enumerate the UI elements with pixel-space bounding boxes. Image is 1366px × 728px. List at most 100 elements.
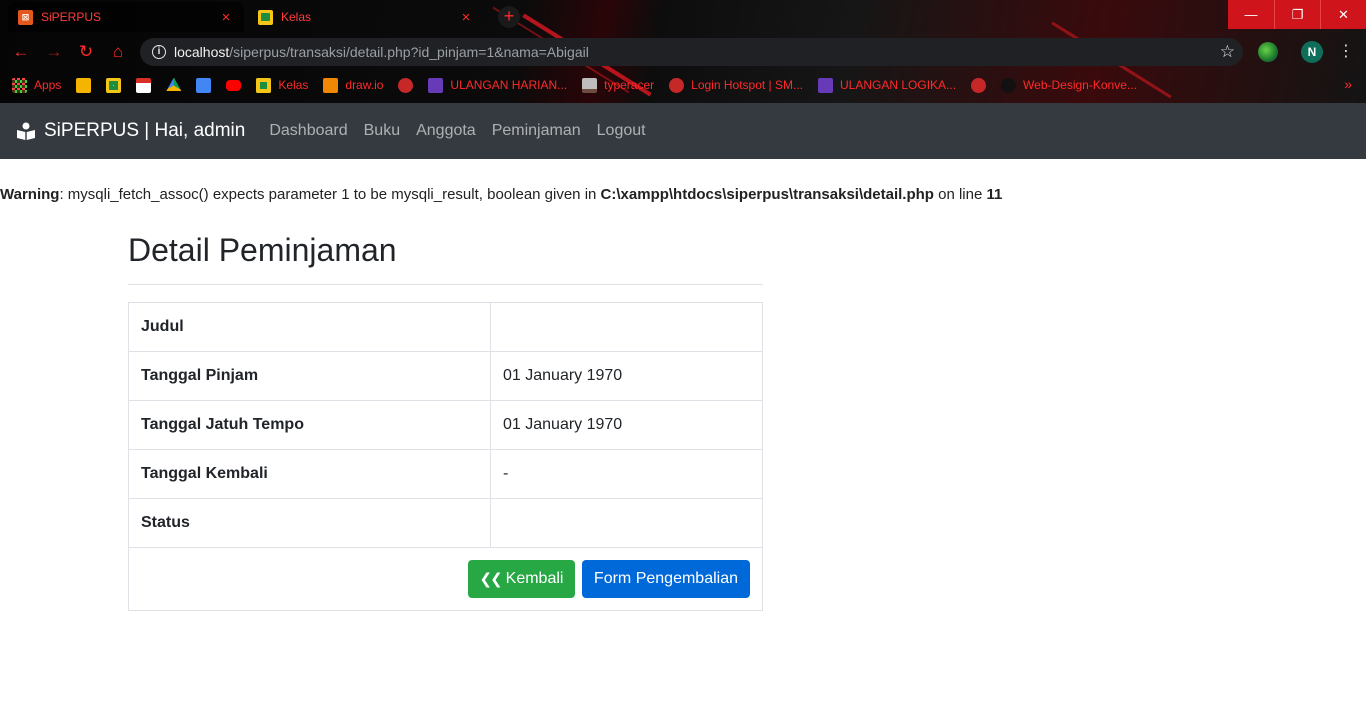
forward-arrow-icon[interactable]: → xyxy=(42,40,66,64)
table-row: Tanggal Jatuh Tempo 01 January 1970 xyxy=(128,400,763,450)
window-controls: — ❐ ✕ xyxy=(1228,0,1366,29)
globe-icon xyxy=(398,77,414,93)
more-bookmarks-icon[interactable]: » xyxy=(1344,76,1352,92)
table-row: Status xyxy=(128,498,763,548)
loan-detail-table: Judul Tanggal Pinjam 01 January 1970 Tan… xyxy=(128,302,763,611)
classroom-icon xyxy=(258,9,273,25)
site-info-icon[interactable]: i xyxy=(152,45,166,59)
table-row: Judul xyxy=(128,302,763,352)
bookmark-youtube[interactable] xyxy=(226,79,242,91)
navbar-brand[interactable]: SiPERPUS | Hai, admin xyxy=(16,120,245,142)
bookmark-star-icon[interactable]: ☆ xyxy=(1220,42,1235,62)
warning-on-line: on line xyxy=(933,186,987,203)
extension-icon[interactable] xyxy=(1258,42,1278,62)
address-bar[interactable]: i localhost /siperpus/transaksi/detail.p… xyxy=(140,38,1243,66)
apps-grid-icon xyxy=(12,77,27,93)
warning-file: C:\xampp\htdocs\siperpus\transaksi\detai… xyxy=(600,186,934,203)
bookmark-ulangan-logika[interactable]: ULANGAN LOGIKA... xyxy=(818,77,957,93)
tab-kelas[interactable]: Kelas × xyxy=(248,2,484,32)
bookmark-label: typeracer xyxy=(604,78,655,92)
nav-logout[interactable]: Logout xyxy=(597,122,646,140)
app-navbar: SiPERPUS | Hai, admin Dashboard Buku Ang… xyxy=(0,103,1366,159)
bookmark-slides[interactable] xyxy=(76,77,92,93)
bookmark-drive[interactable] xyxy=(166,77,182,93)
restore-icon[interactable]: ❐ xyxy=(1274,0,1320,29)
gmail-icon xyxy=(136,77,152,93)
close-tab-icon[interactable]: × xyxy=(218,9,234,26)
back-arrow-icon[interactable]: ← xyxy=(9,40,33,64)
typeracer-icon xyxy=(582,77,598,93)
nav-dashboard[interactable]: Dashboard xyxy=(269,122,347,140)
row-value-judul xyxy=(490,302,763,352)
profile-avatar[interactable]: N xyxy=(1301,41,1323,63)
actions-cell: ❮❮ Kembali Form Pengembalian xyxy=(128,547,763,611)
bookmark-ulangan-harian[interactable]: ULANGAN HARIAN... xyxy=(428,77,568,93)
bookmark-typeracer[interactable]: typeracer xyxy=(582,77,655,93)
row-value-status xyxy=(490,498,763,548)
bookmark-label: ULANGAN LOGIKA... xyxy=(840,78,957,92)
new-tab-button[interactable]: + xyxy=(498,6,520,28)
docs-icon xyxy=(196,77,212,93)
tab-title: SiPERPUS xyxy=(41,10,102,24)
row-label-tanggal-jatuh-tempo: Tanggal Jatuh Tempo xyxy=(128,400,491,450)
tab-strip: ⊠ SiPERPUS × Kelas × + xyxy=(0,0,1366,34)
bookmark-docs[interactable] xyxy=(196,77,212,93)
brand-text: SiPERPUS | Hai, admin xyxy=(44,120,246,141)
drive-icon xyxy=(166,77,182,91)
bookmark-globe[interactable] xyxy=(398,77,414,93)
page-title: Detail Peminjaman xyxy=(128,232,397,268)
url-path: /siperpus/transaksi/detail.php?id_pinjam… xyxy=(229,44,589,60)
tab-title: Kelas xyxy=(281,10,312,24)
bookmark-web-design[interactable]: Web-Design-Konve... xyxy=(1001,77,1137,93)
bookmark-label: Web-Design-Konve... xyxy=(1023,78,1137,92)
drawio-icon xyxy=(323,77,339,93)
tab-siperpus[interactable]: ⊠ SiPERPUS × xyxy=(8,2,244,32)
warning-message: : mysqli_fetch_assoc() expects parameter… xyxy=(59,186,601,203)
bookmark-globe-2[interactable] xyxy=(971,77,987,93)
bookmark-label: draw.io xyxy=(345,78,384,92)
row-value-tanggal-jatuh-tempo: 01 January 1970 xyxy=(490,400,763,450)
url-host: localhost xyxy=(174,44,230,60)
row-value-tanggal-kembali: - xyxy=(490,449,763,499)
php-warning: Warning: mysqli_fetch_assoc() expects pa… xyxy=(0,186,1002,203)
title-divider xyxy=(128,284,763,285)
table-row: Tanggal Pinjam 01 January 1970 xyxy=(128,351,763,401)
forms-icon xyxy=(818,77,833,93)
forms-icon xyxy=(428,77,444,93)
close-window-icon[interactable]: ✕ xyxy=(1320,0,1366,29)
bookmark-label: ULANGAN HARIAN... xyxy=(450,78,568,92)
bookmarks-bar: Apps Kelas draw.io ULANGAN HARIAN... typ… xyxy=(0,72,1366,98)
angle-double-left-icon: ❮❮ xyxy=(479,571,503,588)
bookmark-kelas[interactable]: Kelas xyxy=(256,77,308,93)
warning-label: Warning xyxy=(0,186,60,203)
back-button[interactable]: ❮❮ Kembali xyxy=(467,560,576,598)
xampp-icon: ⊠ xyxy=(18,9,33,25)
table-row: Tanggal Kembali - xyxy=(128,449,763,499)
github-icon xyxy=(1001,77,1017,93)
globe-icon xyxy=(669,77,685,93)
nav-anggota[interactable]: Anggota xyxy=(416,122,476,140)
classroom-icon xyxy=(106,77,122,93)
bookmark-classroom[interactable] xyxy=(106,77,122,93)
minimize-icon[interactable]: — xyxy=(1228,0,1274,29)
home-icon[interactable]: ⌂ xyxy=(106,40,130,64)
bookmark-label: Login Hotspot | SM... xyxy=(691,78,803,92)
bookmark-drawio[interactable]: draw.io xyxy=(323,77,384,93)
row-label-status: Status xyxy=(128,498,491,548)
bookmark-gmail[interactable] xyxy=(136,77,152,93)
bookmark-login-hotspot[interactable]: Login Hotspot | SM... xyxy=(669,77,803,93)
close-tab-icon[interactable]: × xyxy=(458,9,474,26)
slides-icon xyxy=(76,77,92,93)
browser-menu-icon[interactable]: ⋮ xyxy=(1338,41,1354,63)
nav-buku[interactable]: Buku xyxy=(364,122,400,140)
youtube-icon xyxy=(226,79,242,91)
table-actions-row: ❮❮ Kembali Form Pengembalian xyxy=(128,547,763,611)
book-reader-icon xyxy=(16,122,36,140)
nav-peminjaman[interactable]: Peminjaman xyxy=(492,122,581,140)
return-form-button[interactable]: Form Pengembalian xyxy=(581,560,750,598)
reload-icon[interactable]: ↻ xyxy=(74,40,98,64)
browser-chrome: ⊠ SiPERPUS × Kelas × + — ❐ ✕ ← → ↻ ⌂ i l… xyxy=(0,0,1366,103)
row-label-tanggal-pinjam: Tanggal Pinjam xyxy=(128,351,491,401)
classroom-icon xyxy=(256,77,272,93)
bookmark-apps[interactable]: Apps xyxy=(12,77,61,93)
